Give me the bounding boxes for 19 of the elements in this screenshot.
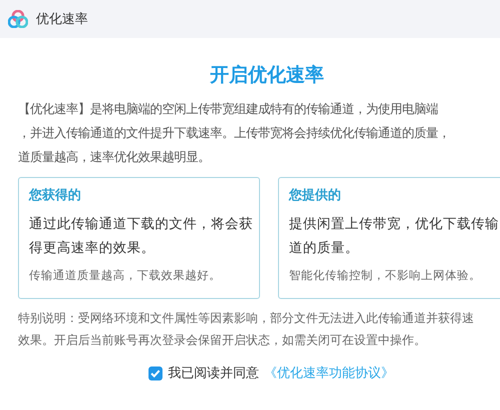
note-text-line: 特别说明：受网络环境和文件属性等因素影响，部分文件无法进入此传输通道并获得速	[18, 310, 474, 327]
page-heading: 开启优化速率	[210, 63, 324, 88]
window-title: 优化速率	[36, 11, 88, 28]
card-title: 您提供的	[289, 187, 341, 204]
card-text-line: 提供闲置上传带宽，优化下载传输	[289, 215, 499, 234]
intro-text-line: 道质量越高，速率优化效果越明显。	[18, 149, 210, 166]
card-text-line: 通过此传输通道下载的文件，将会获	[29, 215, 253, 234]
agreement-label: 我已阅读并同意	[168, 365, 259, 382]
card-text-line: 道的质量。	[289, 239, 359, 258]
intro-text-line: ，并进入传输通道的文件提升下载速率。上传带宽将会持续优化传输通道的质量，	[18, 125, 450, 142]
agreement-link[interactable]: 《优化速率功能协议》	[264, 364, 394, 382]
card-footnote: 智能化传输控制，不影响上网体验。	[289, 268, 481, 283]
note-text-line: 效果。开启后当前账号再次登录会保留开启状态，如需关闭可在设置中操作。	[18, 332, 426, 349]
intro-text-line: 【优化速率】是将电脑端的空闲上传带宽组建成特有的传输通道，为使用电脑端	[18, 101, 438, 118]
card-footnote: 传输通道质量越高，下载效果越好。	[29, 268, 221, 283]
card-text-line: 得更高速率的效果。	[29, 239, 155, 258]
card-title: 您获得的	[29, 187, 81, 204]
logo-icon	[8, 10, 28, 28]
checkbox[interactable]	[148, 366, 163, 380]
